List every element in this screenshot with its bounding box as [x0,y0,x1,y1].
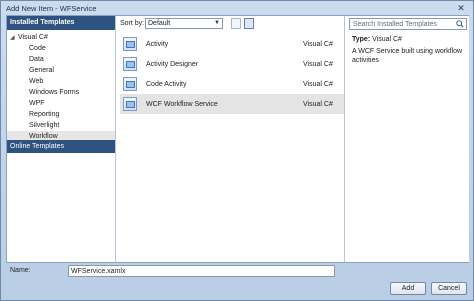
tree-item-data[interactable]: Data [7,54,115,65]
activity-icon [123,37,137,51]
wcf-workflow-service-icon [123,97,137,111]
tree-item-silverlight[interactable]: Silverlight [7,120,115,131]
list-view-button[interactable] [244,18,254,29]
template-category-pane: Installed Templates ◢ Visual C# Code Dat… [7,16,116,262]
sort-by-label: Sort by: [120,20,145,27]
tree-item-web[interactable]: Web [7,76,115,87]
template-type: Type: Visual C# [352,36,402,43]
online-templates-header[interactable]: Online Templates [7,140,115,153]
template-row-activity-designer[interactable]: Activity Designer Visual C# [120,54,344,74]
template-description: A WCF Service built using workflow activ… [352,48,463,64]
activity-designer-icon [123,57,137,71]
small-icons-view-button[interactable] [231,18,241,29]
sort-by-value: Default [148,20,171,27]
dialog-content: Installed Templates ◢ Visual C# Code Dat… [6,15,469,263]
tree-item-reporting[interactable]: Reporting [7,109,115,120]
template-row-code-activity[interactable]: Code Activity Visual C# [120,74,344,94]
template-row-activity[interactable]: Activity Visual C# [120,34,344,54]
expander-icon[interactable]: ◢ [10,34,16,41]
tree-item-windows-forms[interactable]: Windows Forms [7,87,115,98]
template-list-pane: Sort by: Default ▼ Activity Visual C# Ac… [117,16,345,262]
cancel-button[interactable]: Cancel [431,282,467,295]
add-button[interactable]: Add [390,282,426,295]
name-label: Name: [10,267,31,274]
close-icon: ✕ [457,3,465,13]
close-button[interactable]: ✕ [455,3,467,14]
search-icon[interactable] [456,20,464,28]
name-input[interactable]: WFService.xamlx [68,265,335,277]
window-title: Add New Item - WFService [6,4,97,13]
template-language: Visual C# [303,60,333,68]
search-placeholder: Search Installed Templates [353,21,437,28]
type-label: Type: [352,36,371,43]
template-language: Visual C# [303,100,333,108]
type-value: Visual C# [372,36,402,43]
template-details-pane: Search Installed Templates Type: Visual … [346,16,469,262]
add-new-item-dialog: Add New Item - WFService ✕ Installed Tem… [0,0,474,301]
tree-item-label: Visual C# [18,34,48,41]
sort-by-select[interactable]: Default ▼ [145,18,223,29]
tree-item-visual-csharp[interactable]: ◢ Visual C# [7,32,115,43]
template-language: Visual C# [303,40,333,48]
code-activity-icon [123,77,137,91]
search-input[interactable]: Search Installed Templates [349,18,467,30]
sort-bar: Sort by: Default ▼ [117,18,345,30]
tree-item-wpf[interactable]: WPF [7,98,115,109]
tree-item-code[interactable]: Code [7,43,115,54]
chevron-down-icon: ▼ [214,20,220,26]
category-tree: ◢ Visual C# Code Data General Web Window… [7,32,115,142]
template-list: Activity Visual C# Activity Designer Vis… [120,34,344,114]
title-bar: Add New Item - WFService [1,1,473,15]
installed-templates-header[interactable]: Installed Templates [7,16,115,30]
template-language: Visual C# [303,80,333,88]
tree-item-general[interactable]: General [7,65,115,76]
template-row-wcf-workflow-service[interactable]: WCF Workflow Service Visual C# [120,94,344,114]
